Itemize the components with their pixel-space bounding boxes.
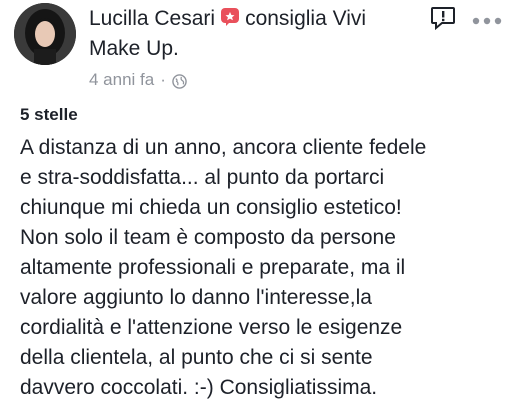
- post-header: Lucilla Cesari consiglia Vivi Make Up.: [89, 4, 419, 64]
- review-text-line: e stra-soddisfatta... al punto da portar…: [20, 166, 385, 189]
- review-text: A distanza di un anno, ancora cliente fe…: [20, 133, 506, 403]
- review-text-line: Non solo il team è composto da persone: [20, 226, 396, 249]
- report-icon[interactable]: [430, 6, 456, 31]
- review-text-line: davvero coccolati. :-) Consigliatissima.: [20, 376, 378, 399]
- avatar[interactable]: [14, 3, 76, 65]
- more-options-icon[interactable]: [472, 12, 502, 25]
- author-name-link[interactable]: Lucilla Cesari: [89, 7, 215, 30]
- review-text-line: A distanza di un anno, ancora cliente fe…: [20, 136, 427, 159]
- timestamp[interactable]: 4 anni fa: [89, 69, 154, 91]
- review-text-line: cordialità e l'attenzione verso le esige…: [20, 316, 403, 339]
- review-text-line: della clientela, al punto che ci si sent…: [20, 346, 373, 369]
- review-post: Lucilla Cesari consiglia Vivi Make Up. 4 …: [0, 0, 509, 400]
- review-text-line: chiunque mi chieda un consiglio estetico…: [20, 196, 402, 219]
- page-name-link[interactable]: Make Up.: [89, 37, 179, 60]
- avatar-photo: [14, 3, 76, 65]
- globe-icon: [172, 73, 187, 89]
- meta-separator: ·: [160, 70, 166, 89]
- review-text-line: altamente professionali e preparate, ma …: [20, 256, 406, 279]
- rating-label: 5 stelle: [20, 105, 78, 124]
- review-text-line: valore aggiunto lo danno l'interesse,la: [20, 286, 372, 309]
- post-meta: 4 anni fa ·: [89, 69, 187, 91]
- action-text: consiglia Vivi: [245, 7, 367, 30]
- recommend-badge-icon: [220, 6, 240, 26]
